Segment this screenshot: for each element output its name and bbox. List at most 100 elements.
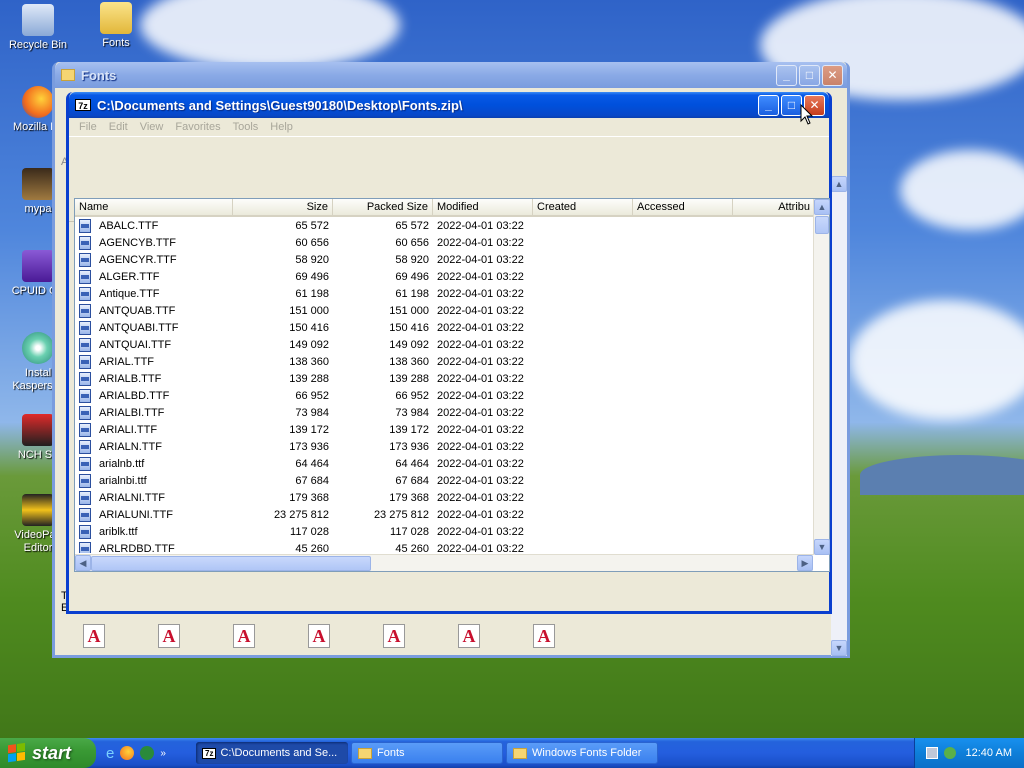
cell-packed-size: 69 496	[395, 270, 429, 283]
cell-name: ARIALN.TTF	[99, 440, 162, 453]
menu-favorites[interactable]: Favorites	[169, 121, 226, 133]
font-file-icon[interactable]: A	[458, 624, 480, 648]
fonts-window-titlebar[interactable]: Fonts _ □ ✕	[55, 62, 847, 88]
scroll-left-button[interactable]: ◀	[75, 555, 91, 571]
font-file-icon[interactable]: A	[158, 624, 180, 648]
table-row[interactable]: ARIALB.TTF 139 288 139 288 2022-04-01 03:22	[75, 370, 829, 387]
column-attributes[interactable]: Attribu	[733, 199, 815, 215]
scroll-up-button[interactable]: ▲	[831, 176, 847, 192]
menu-edit[interactable]: Edit	[103, 121, 134, 133]
cpuid-icon	[22, 250, 54, 282]
column-accessed[interactable]: Accessed	[633, 199, 733, 215]
menu-help[interactable]: Help	[264, 121, 299, 133]
table-row[interactable]: ariblk.ttf 117 028 117 028 2022-04-01 03:22	[75, 523, 829, 540]
task-fonts[interactable]: Fonts	[351, 742, 503, 764]
maximize-button[interactable]: □	[781, 94, 802, 116]
task-label: Fonts	[377, 747, 405, 759]
table-row[interactable]: ARLRDBD.TTF 45 260 45 260 2022-04-01 03:22	[75, 540, 829, 553]
horizontal-scrollbar[interactable]: ◀ ▶	[75, 554, 813, 571]
start-button[interactable]: start	[0, 738, 96, 768]
font-file-icon[interactable]: A	[83, 624, 105, 648]
font-file-icon[interactable]: A	[533, 624, 555, 648]
cell-modified: 2022-04-01 03:22	[437, 440, 524, 453]
table-row[interactable]: ARIALI.TTF 139 172 139 172 2022-04-01 03:22	[75, 421, 829, 438]
cell-packed-size: 61 198	[395, 287, 429, 300]
column-modified[interactable]: Modified	[433, 199, 533, 215]
chevron-double-right-icon[interactable]: »	[160, 748, 166, 759]
cell-modified: 2022-04-01 03:22	[437, 355, 524, 368]
table-row[interactable]: AGENCYR.TTF 58 920 58 920 2022-04-01 03:22	[75, 251, 829, 268]
cell-size: 150 416	[289, 321, 329, 334]
task-windows-fonts-folder[interactable]: Windows Fonts Folder	[506, 742, 658, 764]
scroll-thumb[interactable]	[815, 216, 829, 234]
internet-explorer-icon[interactable]: e	[106, 745, 114, 762]
scroll-right-button[interactable]: ▶	[797, 555, 813, 571]
table-row[interactable]: ALGER.TTF 69 496 69 496 2022-04-01 03:22	[75, 268, 829, 285]
file-icon	[79, 235, 91, 250]
security-icon[interactable]	[943, 747, 956, 759]
sevenzip-titlebar[interactable]: 7z C:\Documents and Settings\Guest90180\…	[69, 92, 829, 118]
menu-view[interactable]: View	[134, 121, 170, 133]
media-icon[interactable]	[140, 746, 155, 760]
cell-packed-size: 65 572	[395, 219, 429, 232]
font-file-icon[interactable]: A	[308, 624, 330, 648]
menu-bar: File Edit View Favorites Tools Help	[69, 118, 829, 136]
file-icon	[79, 490, 91, 505]
table-row[interactable]: ARIALBD.TTF 66 952 66 952 2022-04-01 03:22	[75, 387, 829, 404]
minimize-button[interactable]: _	[758, 94, 779, 116]
file-list[interactable]: Name Size Packed Size Modified Created A…	[74, 198, 830, 572]
column-created[interactable]: Created	[533, 199, 633, 215]
column-name[interactable]: Name	[75, 199, 233, 215]
task-7zip[interactable]: 7z C:\Documents and Se...	[196, 742, 348, 764]
desktop-icon-fonts[interactable]: Fonts	[80, 2, 152, 50]
table-row[interactable]: Antique.TTF 61 198 61 198 2022-04-01 03:22	[75, 285, 829, 302]
network-icon[interactable]	[925, 747, 938, 759]
firefox-icon[interactable]	[120, 746, 135, 760]
column-packed-size[interactable]: Packed Size	[333, 199, 433, 215]
column-size[interactable]: Size	[233, 199, 333, 215]
table-row[interactable]: ARIAL.TTF 138 360 138 360 2022-04-01 03:22	[75, 353, 829, 370]
file-icon	[79, 320, 91, 335]
folder-icon	[358, 747, 372, 759]
table-row[interactable]: ANTQUAI.TTF 149 092 149 092 2022-04-01 03:2…	[75, 336, 829, 353]
cell-name: arialnb.ttf	[99, 457, 145, 470]
table-row[interactable]: ANTQUAB.TTF 151 000 151 000 2022-04-01 03:2…	[75, 302, 829, 319]
font-file-icon[interactable]: A	[383, 624, 405, 648]
cell-name: ARIALUNI.TTF	[99, 508, 173, 521]
minimize-button[interactable]: _	[776, 64, 797, 86]
scroll-down-button[interactable]: ▼	[814, 539, 830, 555]
maximize-button[interactable]: □	[799, 64, 820, 86]
cell-size: 179 368	[289, 491, 329, 504]
table-row[interactable]: arialnbi.ttf 67 684 67 684 2022-04-01 03:22	[75, 472, 829, 489]
menu-file[interactable]: File	[73, 121, 103, 133]
table-row[interactable]: ARIALN.TTF 173 936 173 936 2022-04-01 03:22	[75, 438, 829, 455]
scroll-thumb[interactable]	[91, 555, 371, 571]
cell-name: ARIALI.TTF	[99, 423, 158, 436]
scroll-up-button[interactable]: ▲	[814, 199, 830, 215]
cell-name: ARIALBI.TTF	[99, 406, 165, 419]
menu-tools[interactable]: Tools	[227, 121, 265, 133]
table-row[interactable]: arialnb.ttf 64 464 64 464 2022-04-01 03:22	[75, 455, 829, 472]
fonts-window-scrollbar[interactable]: ▲ ▼	[831, 176, 847, 656]
scroll-down-button[interactable]: ▼	[831, 640, 847, 656]
cell-modified: 2022-04-01 03:22	[437, 338, 524, 351]
cell-packed-size: 67 684	[395, 474, 429, 487]
clock[interactable]: 12:40 AM	[966, 747, 1012, 759]
cell-modified: 2022-04-01 03:22	[437, 372, 524, 385]
column-header-row: Name Size Packed Size Modified Created A…	[75, 199, 829, 217]
table-row[interactable]: ANTQUABI.TTF 150 416 150 416 2022-04-01 03:…	[75, 319, 829, 336]
font-file-icon[interactable]: A	[233, 624, 255, 648]
task-label: Windows Fonts Folder	[532, 747, 642, 759]
table-row[interactable]: ABALC.TTF 65 572 65 572 2022-04-01 03:22	[75, 217, 829, 234]
table-row[interactable]: ARIALUNI.TTF 23 275 812 23 275 812 2022-04-…	[75, 506, 829, 523]
table-row[interactable]: ARIALNI.TTF 179 368 179 368 2022-04-01 03:2…	[75, 489, 829, 506]
file-icon	[79, 371, 91, 386]
desktop-icon-recycle-bin[interactable]: Recycle Bin	[2, 4, 74, 52]
table-row[interactable]: AGENCYB.TTF 60 656 60 656 2022-04-01 03:22	[75, 234, 829, 251]
cell-modified: 2022-04-01 03:22	[437, 457, 524, 470]
table-row[interactable]: ARIALBI.TTF 73 984 73 984 2022-04-01 03:22	[75, 404, 829, 421]
cell-packed-size: 138 360	[389, 355, 429, 368]
close-button[interactable]: ✕	[822, 64, 843, 86]
vertical-scrollbar[interactable]: ▲ ▼	[813, 199, 830, 555]
cell-packed-size: 151 000	[389, 304, 429, 317]
